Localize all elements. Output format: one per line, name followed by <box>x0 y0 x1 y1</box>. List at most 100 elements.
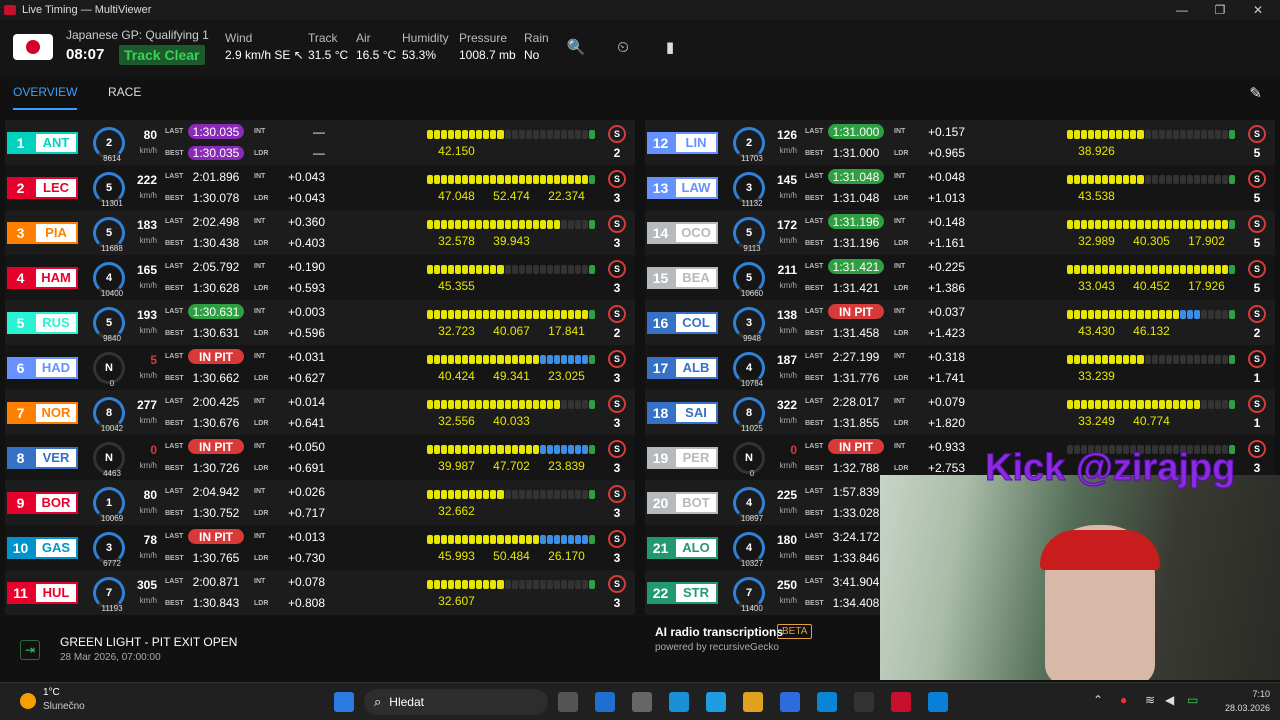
driver-code[interactable]: OCO <box>674 221 718 244</box>
driver-row[interactable]: 9 BOR 1 10069 80 km/h LAST BEST 2:04.942 1:30.752… <box>5 480 635 525</box>
driver-row[interactable]: 17 ALB 4 10784 187 km/h LAST BEST 2:27.199 1:31.7… <box>645 345 1275 390</box>
browser-icon[interactable] <box>928 692 948 712</box>
mini-sector <box>511 445 518 454</box>
gear-value: 5 <box>105 182 113 194</box>
driver-code[interactable]: RUS <box>34 311 78 334</box>
last-label: LAST <box>805 488 824 495</box>
driver-row[interactable]: 8 VER N 4463 0 km/h LAST BEST IN PIT 1:30.726 INT L… <box>5 435 635 480</box>
defender-icon[interactable] <box>780 692 800 712</box>
mini-sector <box>532 400 539 409</box>
driver-code[interactable]: VER <box>34 446 78 469</box>
maximize-button[interactable]: ❐ <box>1200 0 1240 20</box>
driver-row[interactable]: 4 HAM 4 10400 165 km/h LAST BEST 2:05.792 1:30.62… <box>5 255 635 300</box>
best-label: BEST <box>165 330 184 337</box>
leader-gap: +0.627 <box>287 371 325 385</box>
driver-row[interactable]: 7 NOR 8 10042 277 km/h LAST BEST 2:00.425 1:30.67… <box>5 390 635 435</box>
driver-row[interactable]: 18 SAI 8 11025 322 km/h LAST BEST 2:28.017 1:31.8… <box>645 390 1275 435</box>
driver-row[interactable]: 3 PIA 5 11688 183 km/h LAST BEST 2:02.498 1:30.43… <box>5 210 635 255</box>
task-view-icon[interactable] <box>558 692 578 712</box>
speed-unit: km/h <box>779 281 797 290</box>
driver-row[interactable]: 12 LIN 2 11703 126 km/h LAST BEST 1:31.000 1:31.0… <box>645 120 1275 165</box>
sector-3-time: 22.374 <box>548 189 585 203</box>
driver-code[interactable]: COL <box>674 311 718 334</box>
mail-icon[interactable] <box>817 692 837 712</box>
driver-row[interactable]: 10 GAS 3 6772 78 km/h LAST BEST IN PIT 1:30.765 IN… <box>5 525 635 570</box>
mini-sector <box>1193 355 1200 364</box>
driver-code[interactable]: BOR <box>34 491 78 514</box>
mini-sector <box>1172 355 1179 364</box>
driver-code[interactable]: HAD <box>34 356 78 379</box>
speedometer-icon[interactable]: ⏲ <box>614 38 632 56</box>
driver-row[interactable]: 2 LEC 5 11301 222 km/h LAST BEST 2:01.896 1:30.07… <box>5 165 635 210</box>
minimize-button[interactable]: — <box>1162 0 1202 20</box>
driver-row[interactable]: 13 LAW 3 11132 145 km/h LAST BEST 1:31.048 1:31.0… <box>645 165 1275 210</box>
best-label: BEST <box>165 285 184 292</box>
driver-code[interactable]: HUL <box>34 581 78 604</box>
multiviewer-icon[interactable] <box>891 692 911 712</box>
explorer-icon[interactable] <box>743 692 763 712</box>
position-number: 22 <box>647 581 674 604</box>
close-button[interactable]: ✕ <box>1238 0 1278 20</box>
app-icon[interactable] <box>669 692 689 712</box>
speed-value: 138 <box>776 308 797 322</box>
driver-code[interactable]: PER <box>674 446 718 469</box>
tab-race[interactable]: RACE <box>108 85 141 99</box>
driver-row[interactable]: 6 HAD N 0 5 km/h LAST BEST IN PIT 1:30.662 INT LDR +… <box>5 345 635 390</box>
edge-icon[interactable] <box>706 692 726 712</box>
mini-sector <box>441 130 448 139</box>
mini-sector <box>1102 130 1109 139</box>
edit-pencil-icon[interactable]: ✎ <box>1249 84 1262 102</box>
driver-row[interactable]: 1 ANT 2 8614 80 km/h LAST BEST 1:30.035 1:30.035 I… <box>5 120 635 165</box>
driver-code[interactable]: STR <box>674 581 718 604</box>
speed-value: 211 <box>777 263 797 277</box>
best-lap-time: 1:30.662 <box>192 371 240 385</box>
soft-tyre-icon: S <box>1248 305 1266 323</box>
driver-code[interactable]: ALO <box>674 536 718 559</box>
driver-code[interactable]: HAM <box>34 266 78 289</box>
battery-icon[interactable]: ▭ <box>1187 693 1198 707</box>
driver-code[interactable]: ANT <box>34 131 78 154</box>
gear-gauge: 5 10660 <box>733 262 765 298</box>
leader-gap: +1.820 <box>927 416 965 430</box>
driver-code[interactable]: SAI <box>674 401 718 424</box>
driver-row[interactable]: 16 COL 3 9948 138 km/h LAST BEST IN PIT 1:31.458 I… <box>645 300 1275 345</box>
mini-sector <box>589 535 596 544</box>
wifi-icon[interactable]: ≋ <box>1145 693 1155 707</box>
driver-row[interactable]: 5 RUS 5 9840 193 km/h LAST BEST 1:30.631 1:30.631… <box>5 300 635 345</box>
chevron-up-icon[interactable]: ⌃ <box>1093 693 1103 707</box>
driver-code[interactable]: BOT <box>674 491 718 514</box>
sun-icon[interactable] <box>20 693 36 709</box>
mini-sector <box>532 445 539 454</box>
mini-sectors <box>1067 355 1236 365</box>
mic-icon[interactable]: ● <box>1120 693 1127 707</box>
mini-sector <box>589 400 596 409</box>
driver-code[interactable]: ALB <box>674 356 718 379</box>
settings-icon[interactable] <box>632 692 652 712</box>
driver-code[interactable]: LIN <box>674 131 718 154</box>
best-lap-time: 1:33.846 <box>832 551 880 565</box>
mini-sector <box>574 445 582 454</box>
taskbar-search[interactable]: ⌕ Hledat <box>364 689 548 715</box>
tab-overview[interactable]: OVERVIEW <box>13 85 78 110</box>
rpm-value: 9840 <box>103 334 121 343</box>
driver-row[interactable]: 14 OCO 5 9113 172 km/h LAST BEST 1:31.196 1:31.19… <box>645 210 1275 255</box>
driver-row[interactable]: 11 HUL 7 11193 305 km/h LAST BEST 2:00.871 1:30.8… <box>5 570 635 615</box>
driver-code[interactable]: LEC <box>34 176 78 199</box>
driver-code[interactable]: PIA <box>34 221 78 244</box>
volume-icon[interactable]: ◀ <box>1165 693 1174 707</box>
start-icon[interactable] <box>334 692 354 712</box>
driver-code[interactable]: NOR <box>34 401 78 424</box>
driver-code[interactable]: LAW <box>674 176 718 199</box>
obs-icon[interactable] <box>854 692 874 712</box>
leader-gap: +0.808 <box>287 596 325 610</box>
mini-sector <box>476 445 483 454</box>
store-icon[interactable] <box>595 692 615 712</box>
last-label: LAST <box>805 128 824 135</box>
mini-sector <box>1200 175 1207 184</box>
driver-code[interactable]: BEA <box>674 266 718 289</box>
driver-row[interactable]: 15 BEA 5 10660 211 km/h LAST BEST 1:31.421 1:31.4… <box>645 255 1275 300</box>
driver-code[interactable]: GAS <box>34 536 78 559</box>
bar-chart-icon[interactable]: ▮ <box>661 38 679 56</box>
search-doc-icon[interactable]: 🔍 <box>567 38 586 56</box>
sector-times: 32.556 40.033 <box>429 414 595 428</box>
